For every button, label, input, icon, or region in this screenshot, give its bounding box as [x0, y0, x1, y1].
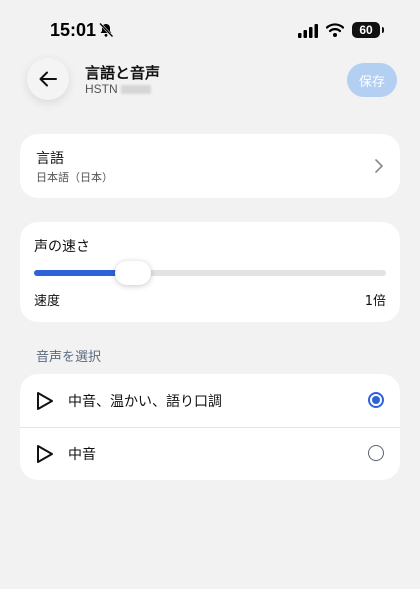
voice-name: 中音、温かい、語り口調: [68, 394, 222, 410]
page-subtitle: HSTN: [85, 82, 151, 96]
slider-thumb[interactable]: [115, 261, 151, 285]
battery-level: 60: [359, 23, 373, 37]
redacted-text: [120, 85, 151, 95]
status-time: 15:01: [50, 20, 97, 40]
voice-section-label: 音声を選択: [36, 350, 102, 365]
back-button[interactable]: [27, 58, 69, 100]
save-button[interactable]: 保存: [347, 63, 397, 97]
play-icon[interactable]: [36, 391, 54, 411]
wifi-icon: [326, 23, 344, 37]
voice-option[interactable]: 中音: [20, 427, 400, 480]
voice-option[interactable]: 中音、温かい、語り口調: [20, 374, 400, 427]
arrow-left-icon: [39, 71, 57, 87]
voice-radio[interactable]: [368, 445, 384, 461]
voice-name: 中音: [68, 447, 96, 463]
speed-title: 声の速さ: [34, 239, 90, 255]
battery-icon: 60: [352, 22, 384, 38]
play-icon[interactable]: [36, 444, 54, 464]
chevron-right-icon: [375, 159, 383, 173]
language-value: 日本語（日本）: [36, 171, 113, 184]
speed-value: 1倍: [364, 294, 386, 309]
voice-radio[interactable]: [368, 392, 384, 408]
signal-icon: [298, 24, 318, 38]
language-setting-row[interactable]: 言語 日本語（日本）: [20, 134, 400, 198]
bell-muted-icon: [99, 22, 114, 38]
language-label: 言語: [36, 151, 64, 167]
speed-card: 声の速さ 速度 1倍: [20, 222, 400, 322]
speed-caption: 速度: [34, 294, 61, 309]
speed-slider[interactable]: [34, 261, 386, 285]
page-title: 言語と音声: [85, 64, 161, 82]
voice-list: 中音、温かい、語り口調 中音: [20, 374, 400, 480]
status-bar: 15:01 60: [0, 0, 420, 56]
subtitle-text: HSTN: [85, 82, 118, 96]
